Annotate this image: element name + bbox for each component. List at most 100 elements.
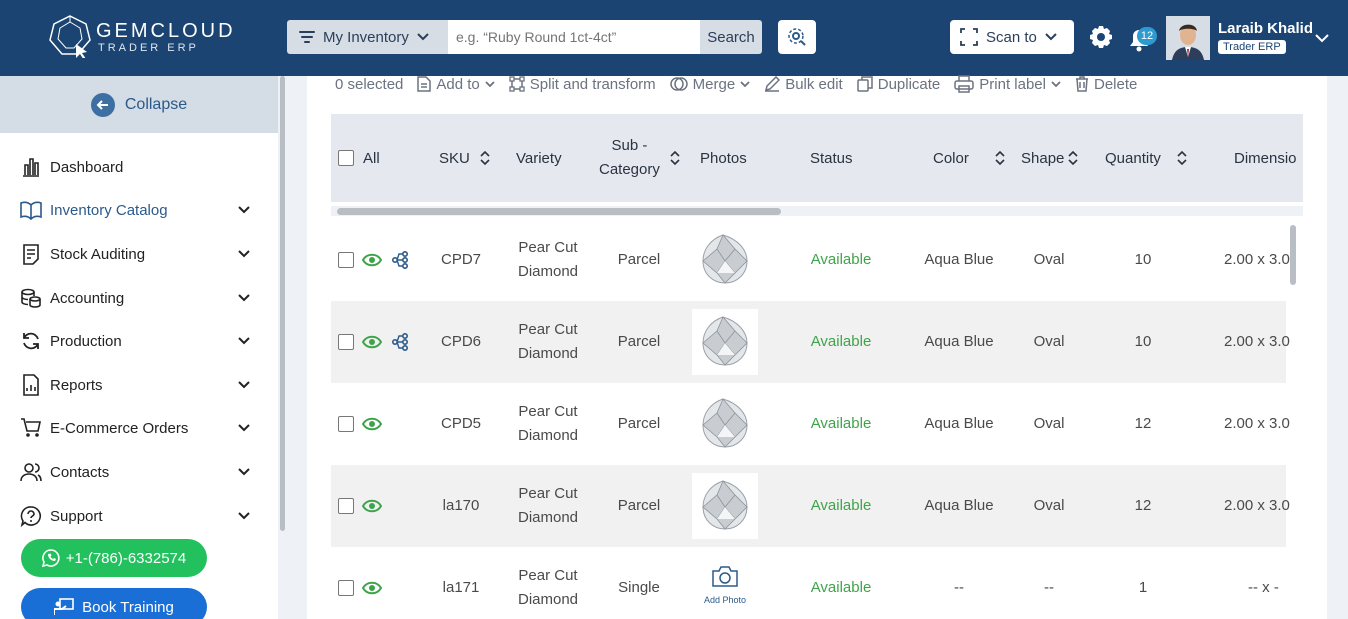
photo-cell[interactable] [692, 219, 758, 301]
table-row[interactable]: CPD6 Pear Cut Diamond Parcel Available Aq… [331, 301, 1290, 383]
diamond-image-icon [702, 398, 748, 448]
table-row[interactable]: la171 Pear Cut Diamond Single Add Photo A… [331, 547, 1286, 619]
sub-category-cell: Parcel [617, 251, 661, 268]
vertical-scroll-thumb[interactable] [1290, 225, 1296, 285]
sidebar-item-dashboard[interactable]: Dashboard [20, 152, 250, 182]
variety-cell: Pear Cut Diamond [503, 547, 593, 619]
search-settings-button[interactable] [778, 20, 816, 54]
sort-icon [995, 151, 1005, 165]
search-input[interactable] [448, 20, 700, 54]
search-button[interactable]: Search [700, 20, 762, 54]
photo-cell[interactable] [692, 465, 758, 547]
chevron-down-icon[interactable] [238, 294, 250, 302]
sidebar-item-contacts[interactable]: Contacts [20, 457, 250, 487]
table-row[interactable]: la170 Pear Cut Diamond Parcel Available A… [331, 465, 1290, 547]
hierarchy-icon[interactable] [391, 333, 409, 351]
vertical-scrollbar[interactable] [1288, 219, 1298, 619]
chevron-down-icon[interactable] [1314, 30, 1330, 46]
photo-cell[interactable] [692, 383, 758, 465]
variety-cell: Pear Cut Diamond [503, 383, 593, 465]
sidebar-item-production[interactable]: Production [20, 326, 250, 356]
diamond-photo[interactable] [692, 227, 758, 293]
whatsapp-phone-button[interactable]: +1-(786)-6332574 [21, 539, 207, 577]
book-training-button[interactable]: Book Training [21, 588, 207, 619]
row-checkbox[interactable] [338, 252, 354, 268]
merge-button[interactable]: Merge [669, 76, 751, 93]
avatar[interactable] [1166, 16, 1210, 60]
sort-icon [670, 151, 680, 165]
chevron-down-icon[interactable] [238, 337, 250, 345]
split-transform-button[interactable]: Split and transform [509, 76, 656, 93]
row-checkbox[interactable] [338, 498, 354, 514]
sidebar-item-reports[interactable]: Reports [20, 370, 250, 400]
dimensions-cell: 2.00 x 3.0 [1224, 415, 1290, 432]
eye-icon[interactable] [362, 335, 382, 349]
whatsapp-icon [41, 549, 60, 567]
sub-category-cell: Parcel [617, 333, 661, 350]
sidebar-item-label: Accounting [50, 289, 125, 307]
sort-icon [1068, 151, 1078, 165]
gear-icon[interactable] [1089, 25, 1113, 49]
chevron-down-icon[interactable] [238, 381, 250, 389]
eye-icon[interactable] [362, 253, 382, 267]
sidebar-item-label: Support [50, 507, 103, 525]
variety-cell: Pear Cut Diamond [503, 219, 593, 301]
header-sku[interactable]: SKU [439, 114, 490, 202]
horizontal-scrollbar[interactable] [331, 206, 1303, 216]
variety-line2: Diamond [517, 263, 579, 280]
add-photo-button[interactable]: Add Photo [704, 564, 746, 612]
chevron-down-icon[interactable] [238, 424, 250, 432]
shape-cell: Oval [1033, 415, 1065, 432]
status-cell: Available [810, 415, 872, 432]
logo[interactable]: GEMCLOUD TRADER ERP [48, 14, 248, 60]
collapse-button[interactable]: Collapse [0, 76, 278, 133]
scan-to-button[interactable]: Scan to [950, 20, 1074, 54]
bulk-edit-button[interactable]: Bulk edit [764, 76, 843, 93]
row-checkbox[interactable] [338, 580, 354, 596]
eye-icon[interactable] [362, 417, 382, 431]
print-label-button[interactable]: Print label [954, 75, 1061, 93]
inventory-select[interactable]: My Inventory [287, 20, 448, 54]
add-to-button[interactable]: Add to [417, 76, 495, 93]
print-label-label: Print label [979, 75, 1046, 93]
sidebar-item-support[interactable]: Support [20, 501, 250, 531]
row-checkbox[interactable] [338, 334, 354, 350]
duplicate-button[interactable]: Duplicate [856, 76, 940, 93]
diamond-photo[interactable] [692, 309, 758, 375]
select-all-checkbox[interactable] [338, 150, 354, 166]
delete-button[interactable]: Delete [1075, 76, 1137, 93]
horizontal-scroll-thumb[interactable] [337, 208, 781, 215]
status-cell: Available [810, 497, 872, 514]
table-row[interactable]: CPD5 Pear Cut Diamond Parcel Available Aq… [331, 383, 1290, 465]
chevron-down-icon[interactable] [238, 250, 250, 258]
diamond-photo[interactable] [692, 473, 758, 539]
header-select-all[interactable]: All [338, 114, 380, 202]
sidebar-item-stock-auditing[interactable]: Stock Auditing [20, 239, 250, 269]
eye-icon[interactable] [362, 499, 382, 513]
inventory-select-label: My Inventory [323, 28, 409, 46]
chevron-down-icon[interactable] [238, 512, 250, 520]
bulk-edit-label: Bulk edit [785, 75, 843, 93]
header-quantity[interactable]: Quantity [1105, 114, 1187, 202]
header-shape[interactable]: Shape [1021, 114, 1078, 202]
photo-cell[interactable] [692, 301, 758, 383]
header-variety[interactable]: Variety [516, 114, 562, 202]
hierarchy-icon[interactable] [391, 251, 409, 269]
brand-sub: TRADER ERP [98, 42, 199, 54]
sidebar-item-ecommerce-orders[interactable]: E-Commerce Orders [20, 413, 250, 443]
sidebar-item-inventory-catalog[interactable]: Inventory Catalog [20, 195, 250, 225]
diamond-photo[interactable] [692, 391, 758, 457]
header-quantity-label: Quantity [1105, 149, 1161, 167]
table-row[interactable]: CPD7 Pear Cut Diamond Parcel Available Aq… [331, 219, 1290, 301]
chevron-down-icon[interactable] [238, 206, 250, 214]
eye-icon[interactable] [362, 581, 382, 595]
header-color[interactable]: Color [933, 114, 1005, 202]
photo-cell[interactable]: Add Photo [692, 547, 758, 619]
sidebar-item-accounting[interactable]: Accounting [20, 283, 250, 313]
sidebar-scrollbar[interactable] [280, 76, 285, 531]
row-checkbox[interactable] [338, 416, 354, 432]
header-sub-category[interactable]: Sub - Category [599, 114, 680, 202]
main-content: 0 selected Add to Split and transform Me… [307, 75, 1327, 619]
quantity-cell: 12 [1134, 497, 1152, 514]
chevron-down-icon[interactable] [238, 468, 250, 476]
